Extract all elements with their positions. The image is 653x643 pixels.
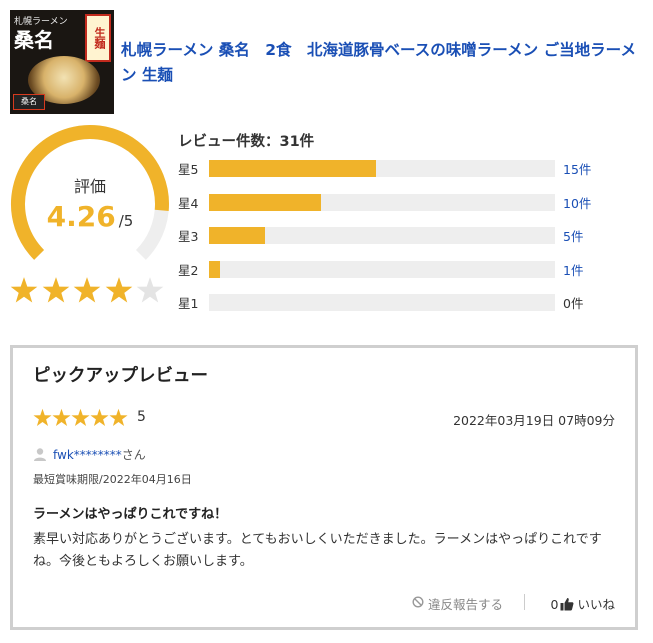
like-label: いいね <box>577 597 615 612</box>
reviewer-suffix: さん <box>121 448 146 462</box>
rating-bar-fill <box>209 227 265 244</box>
review-actions: 違反報告する 0 いいね <box>315 594 615 614</box>
rating-bar-fill <box>209 193 321 211</box>
review-score: 5 <box>137 409 146 425</box>
rating-star-5 <box>136 277 164 303</box>
rating-bar-label: 星5 <box>178 162 199 177</box>
rating-bar-track <box>209 260 555 278</box>
rating-stars <box>10 276 170 308</box>
review-expiry: 最短賞味期限/2022年04月16日 <box>33 473 192 486</box>
rating-bar-count: 0件 <box>563 296 584 311</box>
review-count-title: レビュー件数：31件 <box>178 134 315 150</box>
rating-bar-label: 星3 <box>178 229 199 244</box>
report-label: 違反報告する <box>427 597 503 612</box>
action-divider <box>524 594 525 610</box>
rating-star-4 <box>105 277 132 303</box>
rating-bar-label: 星4 <box>178 195 199 211</box>
rating-bar-row[interactable]: 星1 0件 <box>178 292 648 312</box>
rating-star-1 <box>10 277 38 303</box>
thumbnail-tag: 桑名 <box>13 94 45 110</box>
pickup-heading: ピックアップレビュー <box>33 366 208 386</box>
rating-bar-row[interactable]: 星2 1件 <box>178 259 648 279</box>
user-icon <box>34 448 46 461</box>
rating-score-value: 4.26 <box>46 200 116 233</box>
rating-bar-row[interactable]: 星4 10件 <box>178 192 648 212</box>
rating-bar-count[interactable]: 10件 <box>563 193 591 212</box>
rating-score: 4.26/5 <box>10 200 170 233</box>
thumbnail-shop-line2: 桑名 <box>14 28 54 52</box>
rating-bar-label: 星1 <box>178 296 199 311</box>
rating-label: 評価 <box>73 177 106 196</box>
rating-bar-label: 星2 <box>178 262 199 278</box>
like-button[interactable]: 0 いいね <box>551 594 615 613</box>
rating-star-2 <box>42 277 69 303</box>
rating-bar-track <box>209 193 555 211</box>
review-headline: ラーメンはやっぱりこれですね！ <box>33 507 228 522</box>
rating-gauge-arc <box>11 125 169 260</box>
rating-bar-count[interactable]: 5件 <box>563 226 583 245</box>
review-date: 2022年03月19日 07時09分 <box>453 413 615 428</box>
rating-bar-track <box>209 160 555 177</box>
review-star-5 <box>109 408 128 426</box>
rating-summary: 評価 4.26/5 レビュー件数：31件 星5 15件 星4 10件 星3 5件 星2 1件星… <box>0 124 653 324</box>
review-star-4 <box>90 408 109 426</box>
rating-bar-track <box>209 294 555 311</box>
thumbnail-seal: 生麺 <box>85 14 111 62</box>
product-header: 札幌ラーメン 桑名 生麺 桑名 札幌ラーメン 桑名 2食 北海道豚骨ベースの味噌… <box>10 10 643 114</box>
like-count: 0 <box>550 597 559 612</box>
pickup-review: ピックアップレビュー 5 2022年03月19日 07時09分 fwk*****… <box>10 345 638 630</box>
rating-score-max: /5 <box>118 212 134 230</box>
rating-star-3 <box>73 277 101 303</box>
review-star-2 <box>52 408 71 426</box>
rating-bar-track <box>209 227 555 244</box>
rating-bar-count[interactable]: 1件 <box>563 260 583 279</box>
rating-bar-row[interactable]: 星3 5件 <box>178 225 648 245</box>
rating-bar-count[interactable]: 15件 <box>563 159 591 178</box>
review-star-3 <box>71 408 90 426</box>
report-button[interactable]: 違反報告する <box>412 594 503 613</box>
reviewer-id: fwk******** <box>53 448 122 462</box>
rating-bar-fill <box>209 260 221 278</box>
review-body: 素早い対応ありがとうございます。とてもおいしくいただきました。ラーメンはやっぱり… <box>33 532 602 569</box>
rating-bar-row[interactable]: 星5 15件 <box>178 158 648 178</box>
product-thumbnail[interactable]: 札幌ラーメン 桑名 生麺 桑名 <box>10 10 114 114</box>
rating-bar-fill <box>209 160 377 177</box>
reviewer-name[interactable]: fwk********さん <box>53 446 146 463</box>
rating-gauge: 評価 4.26/5 <box>10 124 170 309</box>
thumbs-up-icon <box>560 598 574 611</box>
product-title-link[interactable]: 札幌ラーメン 桑名 2食 北海道豚骨ベースの味噌ラーメン ご当地ラーメン 生麺 <box>121 38 641 88</box>
prohibit-icon <box>412 596 424 608</box>
review-star-1 <box>33 408 52 426</box>
